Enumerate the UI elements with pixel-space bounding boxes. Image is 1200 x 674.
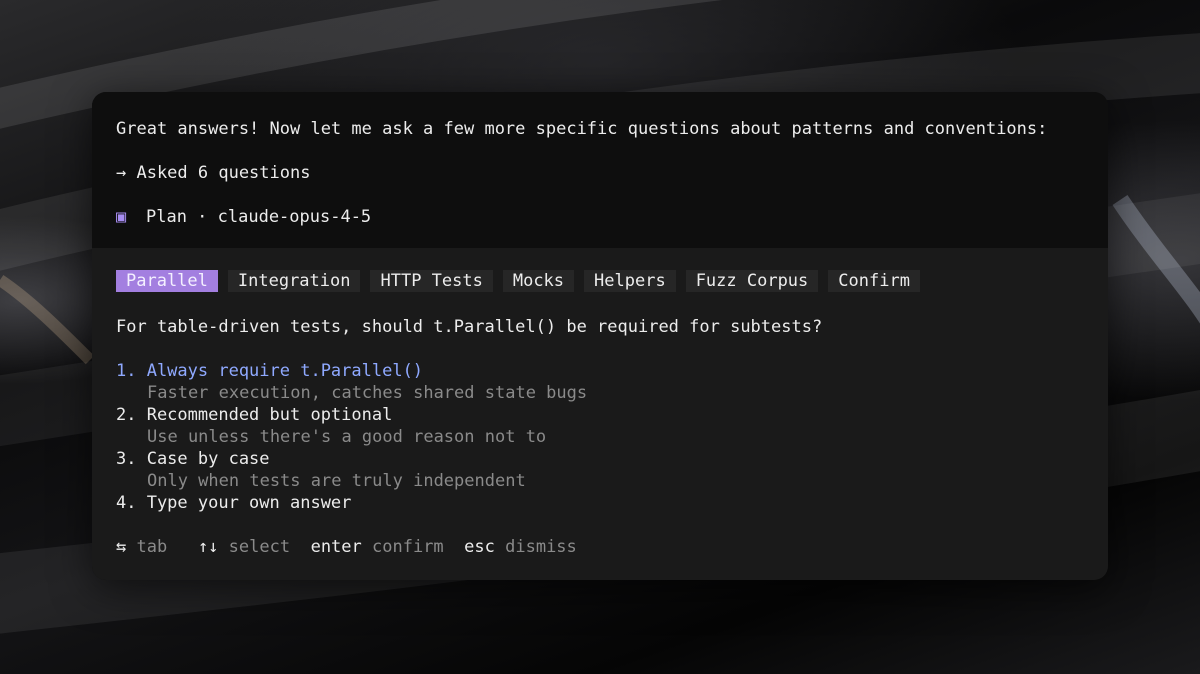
tab-integration[interactable]: Integration — [227, 270, 361, 292]
option-1[interactable]: 1. Always require t.Parallel() — [116, 360, 587, 382]
enter-key: enter — [310, 537, 362, 557]
confirm-hint-label: confirm — [372, 537, 444, 557]
square-icon: ▣ — [116, 207, 127, 227]
option-3[interactable]: 3. Case by case — [116, 448, 587, 470]
intro-message: Great answers! Now let me ask a few more… — [116, 119, 1048, 139]
esc-key: esc — [464, 537, 495, 557]
asked-questions-status: → Asked 6 questions — [116, 163, 311, 183]
tab-confirm[interactable]: Confirm — [828, 270, 920, 292]
tab-http-tests[interactable]: HTTP Tests — [370, 270, 493, 292]
tab-key-icon: ⇆ — [116, 537, 127, 557]
tab-parallel[interactable]: Parallel — [116, 270, 218, 292]
option-3-description: Only when tests are truly independent — [147, 471, 526, 491]
option-4[interactable]: 4. Type your own answer — [116, 492, 587, 514]
tab-mocks[interactable]: Mocks — [502, 270, 575, 292]
terminal-window: Great answers! Now let me ask a few more… — [92, 92, 1108, 580]
dismiss-hint-label: dismiss — [505, 537, 577, 557]
answer-options: 1. Always require t.Parallel() Faster ex… — [116, 360, 587, 514]
tab-helpers[interactable]: Helpers — [584, 270, 676, 292]
plan-model-label: Plan · claude-opus-4-5 — [146, 207, 372, 227]
question-text: For table-driven tests, should t.Paralle… — [116, 317, 823, 337]
tab-fuzz-corpus[interactable]: Fuzz Corpus — [685, 270, 819, 292]
option-2[interactable]: 2. Recommended but optional — [116, 404, 587, 426]
plan-status-line: ▣ Plan · claude-opus-4-5 — [116, 206, 371, 228]
arrows-key-icon: ↑↓ — [197, 537, 219, 557]
select-hint-label: select — [228, 537, 291, 557]
conversation-log: Great answers! Now let me ask a few more… — [92, 92, 1108, 248]
option-2-description: Use unless there's a good reason not to — [147, 427, 547, 447]
tab-hint-label: tab — [136, 537, 168, 557]
keyboard-hints: ⇆ tab ↑↓ select enter confirm esc dismis… — [116, 536, 577, 558]
option-1-description: Faster execution, catches shared state b… — [147, 383, 588, 403]
question-tabs: Parallel Integration HTTP Tests Mocks He… — [116, 270, 920, 292]
